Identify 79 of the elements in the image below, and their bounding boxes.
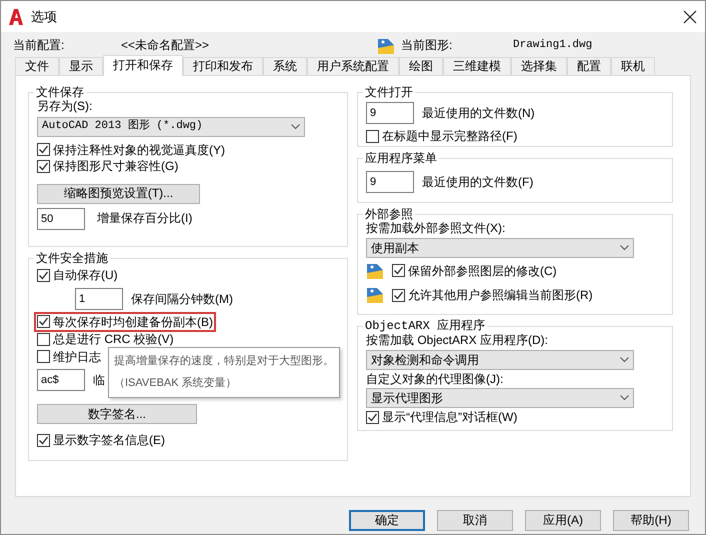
- tab[interactable]: 显示: [59, 57, 103, 75]
- dropdown[interactable]: 使用副本: [366, 238, 634, 258]
- checkbox[interactable]: [37, 160, 50, 173]
- checkbox-label: 允许其他用户参照编辑当前图形(R): [408, 288, 593, 303]
- dialog-button[interactable]: 取消: [437, 510, 513, 531]
- dialog-button[interactable]: 应用(A): [525, 510, 601, 531]
- profile-label: 当前配置:: [13, 38, 66, 53]
- checkbox-label: 显示数字签名信息(E): [53, 432, 165, 448]
- checkbox[interactable]: [366, 410, 379, 424]
- caret-icon: [620, 244, 629, 251]
- dialog-button[interactable]: 帮助(H): [613, 510, 689, 531]
- tooltip-text: 提高增量保存的速度，特别是对于大型图形。: [114, 355, 334, 368]
- field-label: 增量保存百分比(I): [97, 211, 192, 226]
- text-field[interactable]: ac$: [37, 368, 85, 391]
- checkbox[interactable]: [37, 434, 50, 447]
- checkbox-label: 总是进行 CRC 校验(V): [53, 332, 174, 347]
- group-title: 文件保存: [35, 85, 85, 100]
- tab[interactable]: 文件: [15, 57, 59, 75]
- group-title: ObjectARX 应用程序: [364, 319, 486, 334]
- profile-name: <<未命名配置>>: [121, 38, 210, 53]
- checkbox-label: 保持图形尺寸兼容性(G): [53, 159, 178, 174]
- text-field[interactable]: 9: [366, 102, 414, 124]
- thumbnail-settings-button[interactable]: 缩略图预览设置(T)...: [37, 184, 200, 204]
- checkbox-label: 每次保存时均创建备份副本(B): [53, 314, 213, 330]
- dropdown[interactable]: AutoCAD 2013 图形 (*.dwg): [37, 116, 305, 137]
- checkbox-label: 保留外部参照图层的修改(C): [408, 264, 557, 278]
- checkbox[interactable]: [37, 332, 50, 346]
- checkbox-label: 在标题中显示完整路径(F): [382, 129, 518, 144]
- checkbox[interactable]: [392, 264, 405, 278]
- xref-drawing-icon: [366, 286, 384, 304]
- dropdown-label: 另存为(S):: [37, 99, 94, 114]
- checkbox-label: 自动保存(U): [53, 268, 118, 283]
- tab[interactable]: 联机: [611, 57, 655, 75]
- tab[interactable]: 用户系统配置: [307, 57, 399, 75]
- tab[interactable]: 绘图: [399, 57, 443, 75]
- group-title: 外部参照: [364, 207, 414, 222]
- tooltip-text: （ISAVEBAK 系统变量）: [114, 377, 238, 390]
- xref-drawing-icon: [366, 262, 384, 280]
- checkbox-label: 维护日志: [53, 350, 101, 364]
- group-title: 文件打开: [364, 85, 414, 100]
- checkbox[interactable]: [37, 269, 50, 282]
- dropdown-label: 按需加载外部参照文件(X):: [366, 221, 506, 236]
- caret-icon: [291, 124, 300, 130]
- tab[interactable]: 三维建模: [443, 57, 511, 75]
- tab[interactable]: 打开和保存: [103, 55, 183, 76]
- text-field[interactable]: 50: [37, 208, 85, 230]
- dropdown[interactable]: 显示代理图形: [366, 388, 634, 408]
- dropdown[interactable]: 对象检测和命令调用: [366, 350, 634, 370]
- caret-icon: [620, 395, 629, 402]
- dialog-button[interactable]: 确定: [349, 510, 425, 531]
- text-field[interactable]: 1: [75, 288, 123, 310]
- drawing-name: Drawing1.dwg: [513, 38, 592, 52]
- checkbox[interactable]: [366, 130, 379, 144]
- dropdown-label: 按需加载 ObjectARX 应用程序(D):: [366, 333, 550, 348]
- drawing-file-icon: [377, 36, 395, 54]
- field-label: 最近使用的文件数(F): [422, 175, 534, 190]
- group-title: 应用程序菜单: [364, 151, 438, 166]
- caret-icon: [620, 356, 629, 363]
- field-label: 保存间隔分钟数(M): [131, 292, 233, 306]
- checkbox-label: 显示“代理信息”对话框(W): [382, 410, 518, 425]
- field-label: 临: [93, 372, 105, 388]
- close-icon[interactable]: [683, 10, 697, 24]
- checkbox[interactable]: [37, 350, 50, 364]
- checkbox[interactable]: [37, 315, 50, 328]
- text-field[interactable]: 9: [366, 171, 414, 194]
- tab[interactable]: 系统: [263, 57, 307, 75]
- dropdown-label: 自定义对象的代理图像(J):: [366, 372, 504, 386]
- group-title: 文件安全措施: [35, 251, 109, 266]
- checkbox[interactable]: [392, 288, 405, 302]
- checkbox[interactable]: [37, 143, 50, 156]
- checkbox-label: 保持注释性对象的视觉逼真度(Y): [53, 142, 225, 158]
- window-title: 选项: [31, 8, 57, 24]
- tab[interactable]: 选择集: [511, 57, 567, 75]
- digital-signature-button[interactable]: 数字签名...: [37, 404, 197, 424]
- app-logo-icon: [9, 8, 23, 24]
- drawing-label: 当前图形:: [401, 38, 454, 53]
- tab[interactable]: 打印和发布: [183, 57, 263, 75]
- field-label: 最近使用的文件数(N): [422, 106, 535, 121]
- tab[interactable]: 配置: [567, 57, 611, 75]
